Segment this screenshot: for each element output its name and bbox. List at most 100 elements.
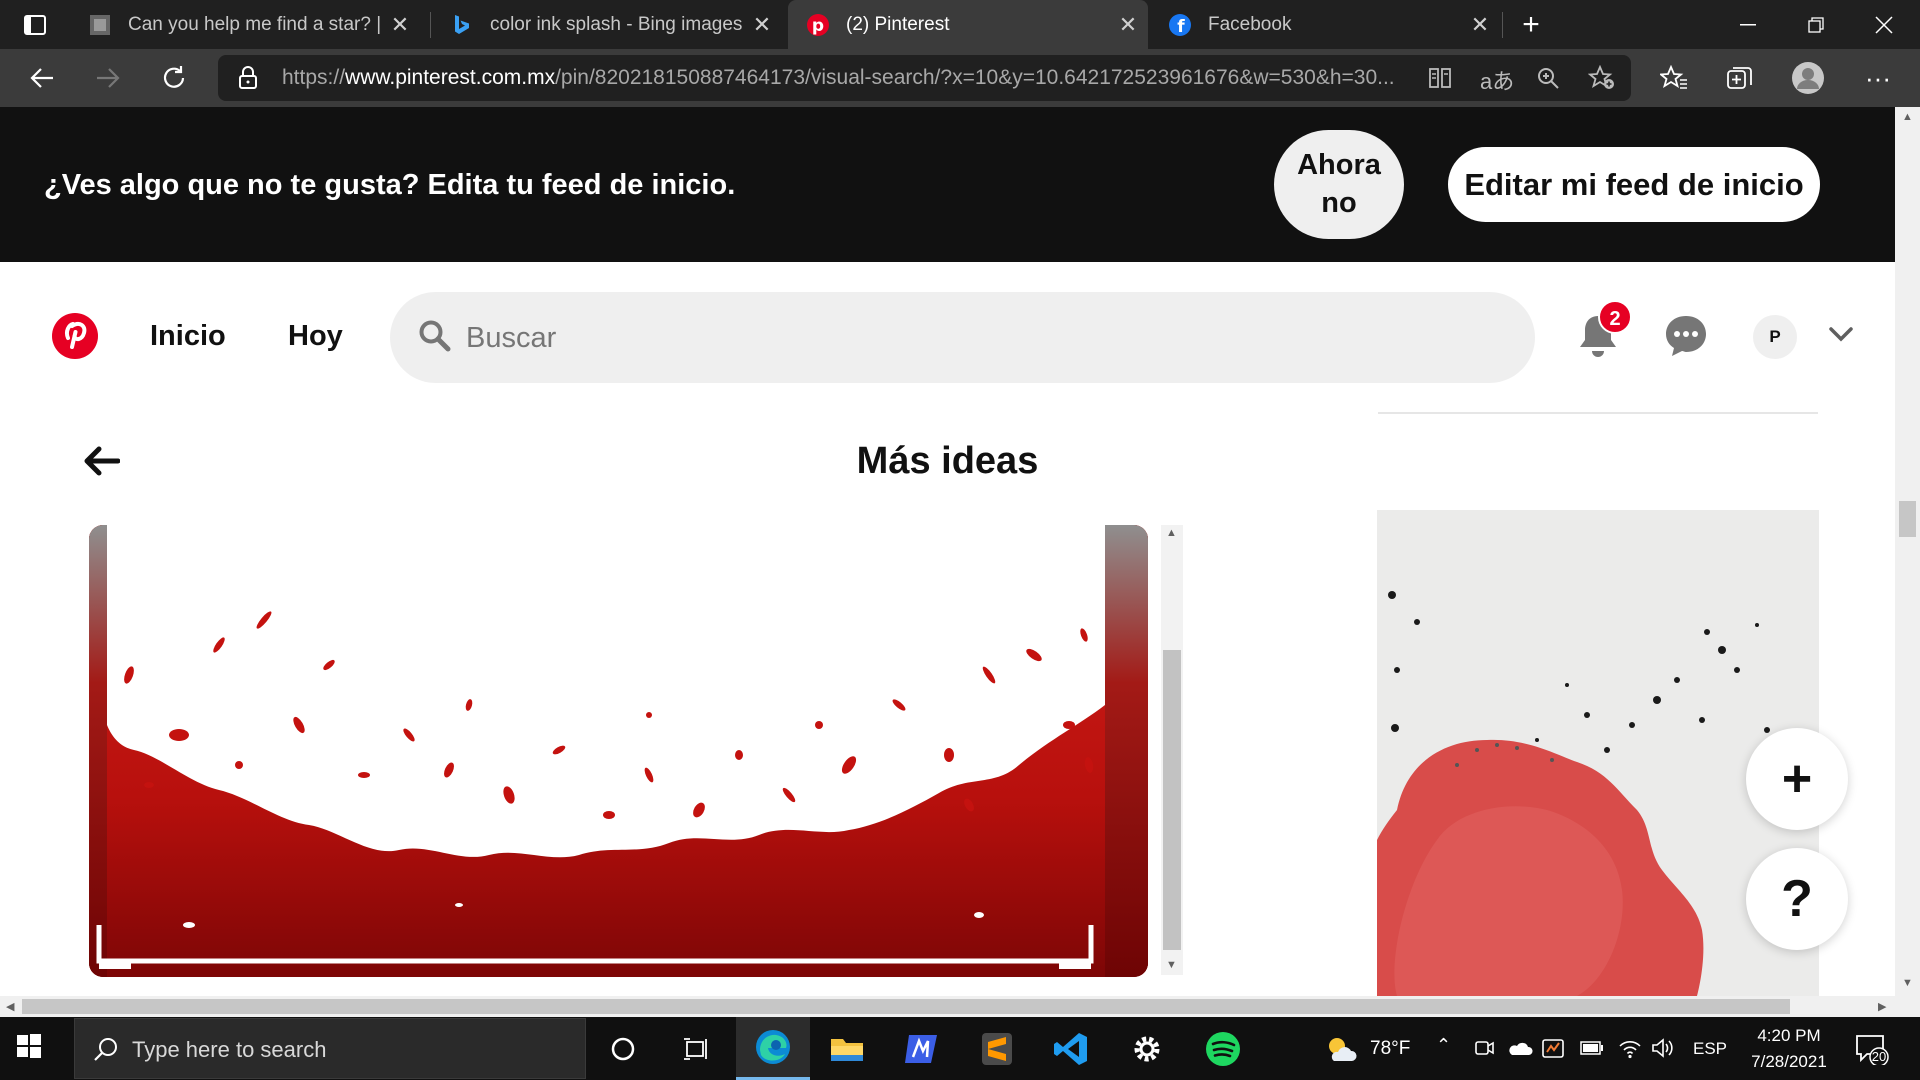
- red-splash-pin-image[interactable]: [89, 525, 1148, 977]
- url-text: https://www.pinterest.com.mx/pin/8202181…: [282, 66, 1395, 89]
- refresh-button[interactable]: [154, 58, 194, 98]
- browser-toolbar: https://www.pinterest.com.mx/pin/8202181…: [0, 49, 1920, 107]
- more-menu-icon[interactable]: ···: [1858, 58, 1898, 98]
- taskbar-search-placeholder: Type here to search: [132, 1037, 327, 1062]
- page-horizontal-scrollbar[interactable]: ◀ ▶: [0, 996, 1895, 1017]
- add-fab-button[interactable]: +: [1746, 728, 1848, 830]
- tab-close-icon[interactable]: ✕: [380, 12, 420, 38]
- collections-icon[interactable]: [1720, 58, 1760, 98]
- not-now-label-line1: Ahora: [1297, 149, 1381, 181]
- tab-close-icon[interactable]: ✕: [1460, 12, 1500, 38]
- immersive-reader-icon[interactable]: [1428, 66, 1452, 95]
- search-placeholder: Buscar: [466, 322, 557, 354]
- tab-bing-images[interactable]: color ink splash - Bing images ✕: [432, 0, 782, 49]
- battery-icon[interactable]: [1580, 1041, 1604, 1060]
- favorites-icon[interactable]: [1654, 58, 1694, 98]
- tab-title: Facebook: [1208, 13, 1292, 35]
- tab-star-question[interactable]: Can you help me find a star? | Sk ✕: [70, 0, 420, 49]
- not-now-button[interactable]: Ahora no: [1274, 130, 1404, 239]
- scroll-up-icon[interactable]: ▲: [1902, 111, 1913, 123]
- close-window-button[interactable]: [1854, 0, 1914, 49]
- onedrive-cloud-icon[interactable]: [1507, 1039, 1533, 1062]
- edit-feed-banner: ¿Ves algo que no te gusta? Edita tu feed…: [0, 107, 1895, 262]
- windows-taskbar: Type here to search 78°F ⌃ ESP 4:20 PM 7…: [0, 1017, 1920, 1080]
- browser-tab-strip: Can you help me find a star? | Sk ✕ colo…: [0, 0, 1920, 49]
- clock-date[interactable]: 7/28/2021: [1742, 1052, 1836, 1072]
- messages-icon[interactable]: [1664, 314, 1708, 363]
- address-bar[interactable]: https://www.pinterest.com.mx/pin/8202181…: [218, 55, 1631, 101]
- tab-pinterest[interactable]: p (2) Pinterest ✕: [788, 0, 1148, 49]
- spotify-icon[interactable]: [1186, 1017, 1260, 1080]
- banner-message: ¿Ves algo que no te gusta? Edita tu feed…: [44, 169, 736, 201]
- pin-scrollbar-thumb[interactable]: [1163, 650, 1181, 950]
- settings-gear-icon[interactable]: [1110, 1017, 1184, 1080]
- tab-close-icon[interactable]: ✕: [742, 12, 782, 38]
- sublime-text-icon[interactable]: [960, 1017, 1034, 1080]
- help-fab-button[interactable]: ?: [1746, 848, 1848, 950]
- chevron-up-icon[interactable]: ⌃: [1436, 1035, 1451, 1056]
- tab-close-icon[interactable]: ✕: [1108, 12, 1148, 38]
- column-divider: [1378, 412, 1818, 414]
- vscode-icon[interactable]: [1034, 1017, 1108, 1080]
- nav-home-link[interactable]: Inicio: [150, 320, 226, 353]
- windows-start-icon[interactable]: [14, 1031, 44, 1066]
- translate-icon[interactable]: aあ: [1480, 64, 1514, 96]
- search-input[interactable]: Buscar: [390, 292, 1535, 383]
- search-icon: [93, 1036, 119, 1067]
- user-avatar[interactable]: P: [1753, 315, 1797, 359]
- edge-browser-icon[interactable]: [736, 1017, 810, 1080]
- scroll-down-icon[interactable]: ▼: [1166, 959, 1177, 971]
- scroll-up-icon[interactable]: ▲: [1166, 527, 1177, 539]
- chevron-down-icon[interactable]: [1828, 326, 1854, 347]
- horizontal-scrollbar-thumb[interactable]: [22, 999, 1790, 1014]
- task-view-icon[interactable]: [660, 1017, 734, 1080]
- not-now-label-line2: no: [1321, 187, 1357, 219]
- bing-icon: [450, 13, 474, 37]
- pin-scrollbar[interactable]: ▲ ▼: [1161, 525, 1183, 975]
- back-button[interactable]: [22, 58, 62, 98]
- pinterest-header: Inicio Hoy Buscar 2 P: [0, 262, 1895, 412]
- mail-app-icon[interactable]: [884, 1017, 958, 1080]
- add-favorite-icon[interactable]: [1587, 64, 1616, 96]
- visual-search-content: Más ideas ▲ ▼ + ?: [0, 412, 1895, 996]
- new-tab-button[interactable]: +: [1503, 0, 1559, 49]
- tab-facebook[interactable]: f Facebook ✕: [1150, 0, 1500, 49]
- nav-today-link[interactable]: Hoy: [288, 320, 343, 353]
- forward-button[interactable]: [88, 58, 128, 98]
- tab-title: (2) Pinterest: [846, 13, 950, 35]
- page-scrollbar-thumb[interactable]: [1899, 501, 1916, 537]
- search-icon: [418, 319, 452, 358]
- file-explorer-icon[interactable]: [810, 1017, 884, 1080]
- clock-time[interactable]: 4:20 PM: [1750, 1026, 1828, 1046]
- meet-now-icon[interactable]: [1474, 1038, 1494, 1063]
- lock-icon[interactable]: [238, 66, 258, 95]
- weather-icon[interactable]: [1324, 1035, 1358, 1068]
- scroll-down-icon[interactable]: ▼: [1902, 977, 1913, 989]
- notification-badge: 2: [1598, 300, 1632, 334]
- pinterest-icon: p: [806, 13, 830, 37]
- page-vertical-scrollbar[interactable]: ▲ ▼: [1895, 107, 1920, 996]
- scrollbar-corner: [1895, 996, 1920, 1017]
- more-ideas-title: Más ideas: [856, 440, 1039, 482]
- minimize-button[interactable]: [1718, 0, 1778, 49]
- wifi-icon[interactable]: [1618, 1037, 1642, 1064]
- scroll-right-icon[interactable]: ▶: [1878, 1000, 1886, 1013]
- input-language-indicator[interactable]: ESP: [1693, 1039, 1727, 1059]
- weather-temperature[interactable]: 78°F: [1370, 1038, 1410, 1060]
- taskbar-search-box[interactable]: Type here to search: [74, 1018, 586, 1079]
- tab-divider: [430, 12, 431, 38]
- cortana-icon[interactable]: [586, 1017, 660, 1080]
- tray-app-icon[interactable]: [1542, 1037, 1564, 1064]
- edit-feed-button[interactable]: Editar mi feed de inicio: [1448, 147, 1820, 222]
- tab-title: Can you help me find a star? | Sk: [128, 13, 380, 35]
- pinterest-logo-icon[interactable]: [51, 312, 99, 360]
- volume-icon[interactable]: [1651, 1037, 1675, 1064]
- notification-count-badge: 20: [1871, 1049, 1887, 1064]
- generic-page-icon: [88, 13, 112, 37]
- zoom-icon[interactable]: [1536, 66, 1560, 95]
- tab-actions-icon[interactable]: [10, 0, 60, 49]
- facebook-icon: f: [1168, 13, 1192, 37]
- restore-button[interactable]: [1786, 0, 1846, 49]
- profile-avatar-icon[interactable]: [1788, 58, 1828, 98]
- scroll-left-icon[interactable]: ◀: [6, 1000, 14, 1013]
